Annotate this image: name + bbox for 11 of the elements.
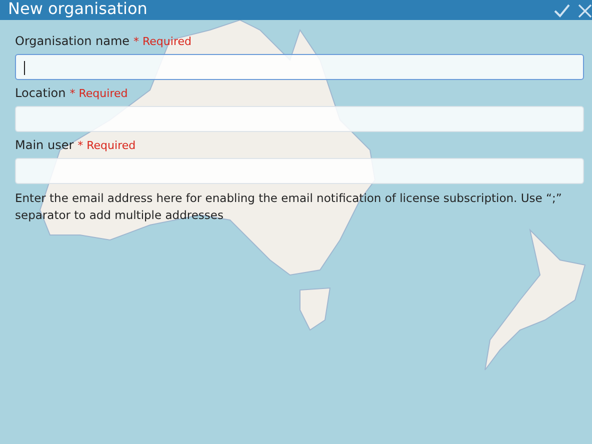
field-label: Location xyxy=(15,86,66,100)
input-field[interactable] xyxy=(15,54,584,80)
required-marker: * Required xyxy=(134,35,192,48)
close-icon[interactable] xyxy=(578,4,592,18)
field-label: Organisation name xyxy=(15,34,130,48)
help-text: Enter the email address here for enabling the email notification of license subscription. Use “;” separator to add multiple addresses xyxy=(15,190,563,224)
check-icon[interactable] xyxy=(554,4,570,18)
required-marker: * Required xyxy=(78,139,136,152)
required-marker: * Required xyxy=(70,87,128,100)
window-title: New organisation xyxy=(8,0,148,18)
field-label: Main user xyxy=(15,138,74,152)
